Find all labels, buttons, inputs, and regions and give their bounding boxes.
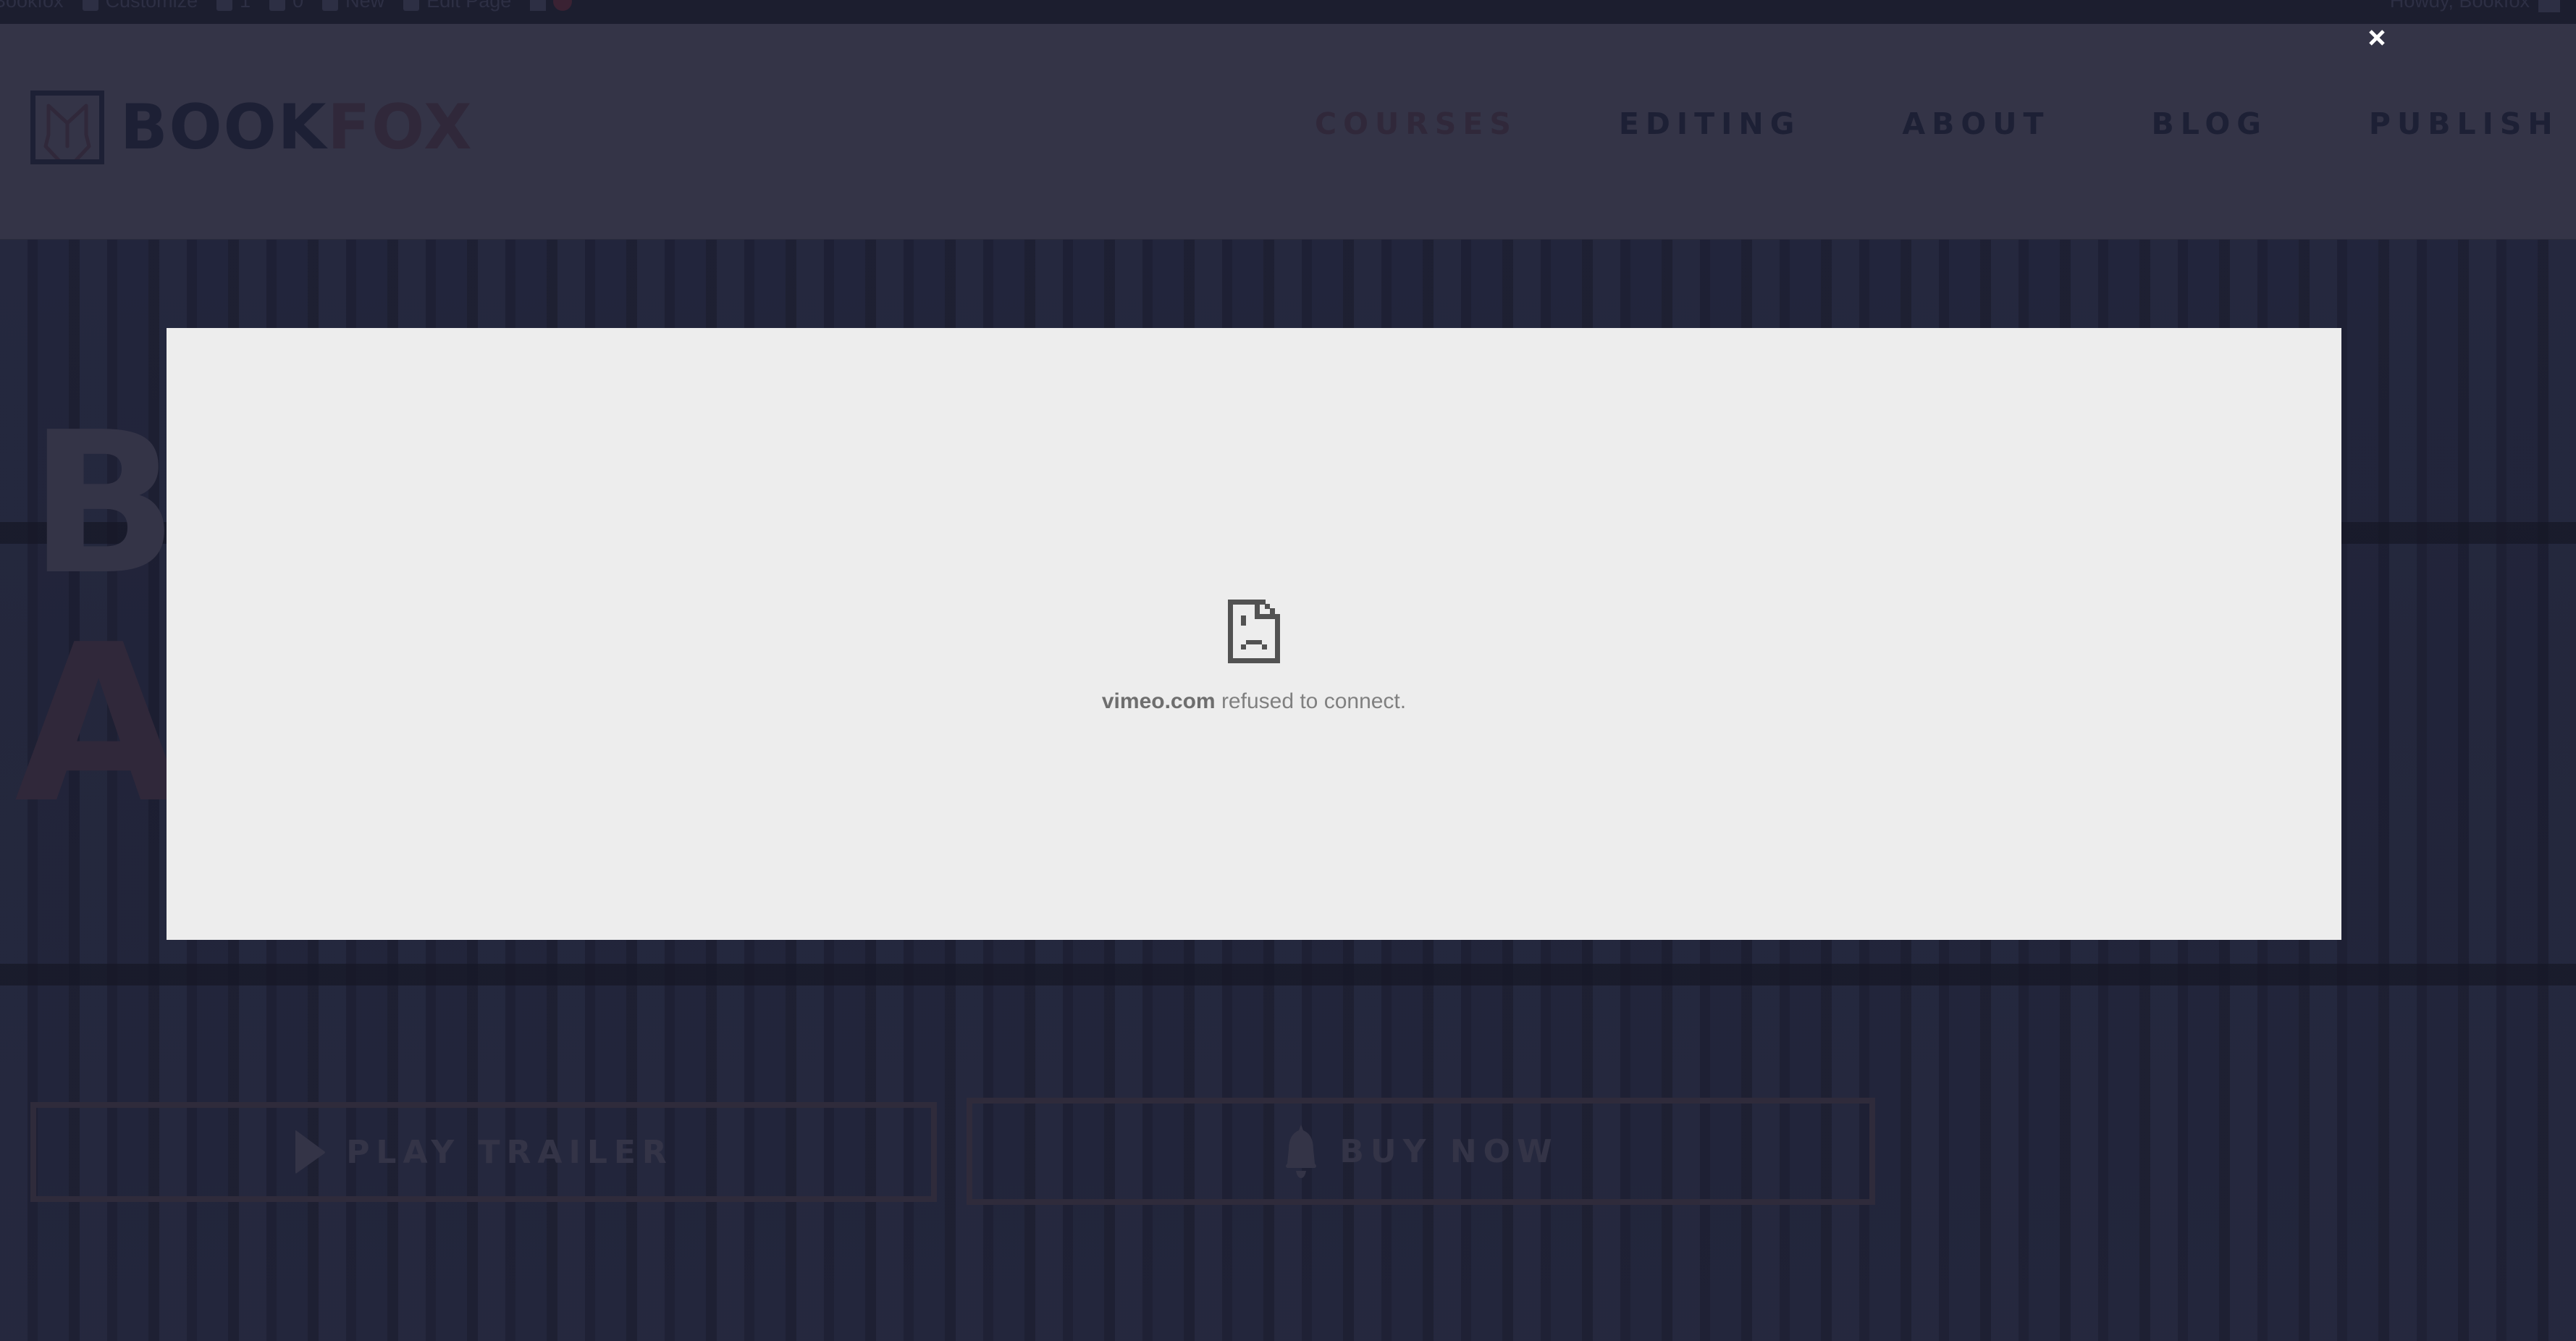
plus-icon — [322, 0, 339, 11]
error-domain: vimeo.com — [1101, 689, 1216, 713]
logo-wordmark: BOOKFOX — [120, 96, 473, 159]
admin-account[interactable]: Howdy, Bookfox — [2390, 0, 2560, 12]
admin-customize-label: Customize — [105, 0, 198, 12]
admin-edit-page[interactable]: Edit Page — [403, 0, 511, 12]
hero-heading-line-2: A — [14, 598, 183, 851]
bell-icon — [1286, 1124, 1317, 1178]
admin-new-label: New — [345, 0, 385, 12]
buy-now-button[interactable]: BUY NOW — [967, 1098, 1875, 1205]
error-text: refused to connect. — [1215, 689, 1407, 713]
site-header: BOOKFOX COURSES EDITING ABOUT BLOG PUBLI… — [0, 24, 2576, 240]
admin-comments-count: 0 — [292, 0, 304, 12]
close-icon — [2369, 30, 2385, 46]
nav-about[interactable]: ABOUT — [1902, 109, 2050, 139]
avatar — [2538, 0, 2560, 12]
play-icon — [295, 1130, 326, 1174]
logo-mark-icon — [30, 91, 104, 164]
nav-publish[interactable]: PUBLISH — [2369, 109, 2559, 139]
admin-updates-count: 1 — [240, 0, 251, 12]
buy-now-label: BUY NOW — [1339, 1132, 1559, 1170]
admin-customize[interactable]: Customize — [82, 0, 198, 12]
yoast-icon — [530, 0, 547, 11]
main-nav: COURSES EDITING ABOUT BLOG PUBLISH — [1315, 109, 2576, 139]
wp-admin-bar: Bookfox Customize 1 0 New Edit Page Howd… — [0, 0, 2576, 24]
nav-blog[interactable]: BLOG — [2151, 109, 2267, 139]
logo-fox: FOX — [327, 91, 473, 164]
admin-yoast[interactable] — [530, 0, 573, 11]
nav-editing[interactable]: EDITING — [1619, 109, 1801, 139]
error-message: vimeo.com refused to connect. — [167, 689, 2341, 714]
admin-updates[interactable]: 1 — [216, 0, 251, 12]
site-logo[interactable]: BOOKFOX — [30, 91, 473, 164]
brush-icon — [82, 0, 98, 11]
video-modal: vimeo.com refused to connect. — [167, 328, 2341, 940]
admin-site-name[interactable]: Bookfox — [0, 0, 64, 12]
admin-comments[interactable]: 0 — [269, 0, 303, 12]
close-modal-button[interactable] — [2367, 28, 2387, 48]
seo-status-dot-icon — [553, 0, 573, 11]
admin-new[interactable]: New — [322, 0, 384, 12]
admin-edit-page-label: Edit Page — [426, 0, 512, 12]
comment-icon — [269, 0, 286, 11]
refresh-icon — [216, 0, 233, 11]
embed-error: vimeo.com refused to connect. — [167, 600, 2341, 714]
nav-courses[interactable]: COURSES — [1315, 109, 1518, 139]
pencil-icon — [403, 0, 420, 11]
play-trailer-button[interactable]: PLAY TRAILER — [30, 1102, 937, 1202]
hero-heading-line-1: B — [29, 390, 178, 618]
sad-file-icon — [1228, 600, 1280, 663]
logo-book: BOOK — [120, 91, 328, 164]
shelf-divider — [0, 964, 2576, 985]
play-trailer-label: PLAY TRAILER — [346, 1133, 673, 1171]
admin-howdy-label: Howdy, Bookfox — [2389, 0, 2530, 12]
